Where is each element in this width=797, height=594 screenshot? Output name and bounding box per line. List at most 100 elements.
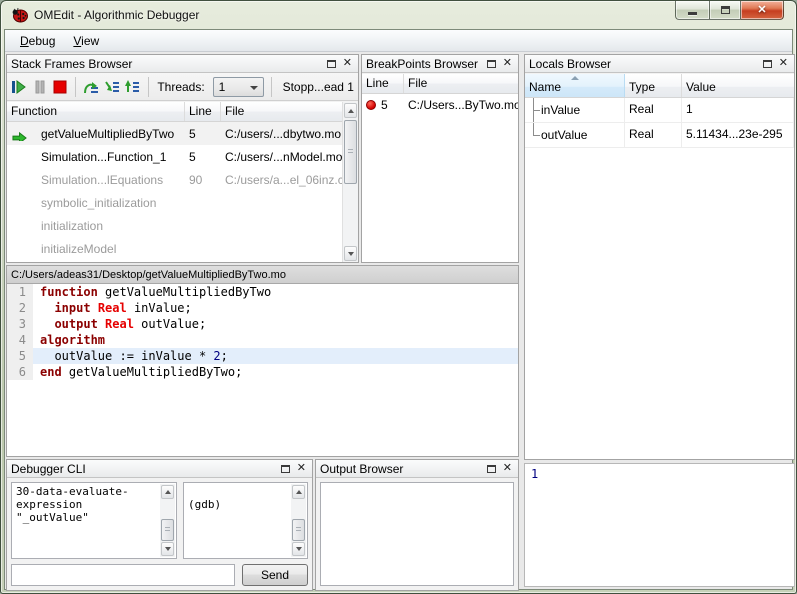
token-num: 2 <box>213 349 221 363</box>
token-kw: input <box>54 301 91 315</box>
panel-close-icon[interactable]: ✕ <box>343 58 352 69</box>
maximize-button[interactable] <box>709 1 741 20</box>
debug-toolbar: Threads: 1 Stopp...ead 1 <box>7 73 358 101</box>
output-browser-content[interactable] <box>320 482 514 586</box>
line-number[interactable]: 1 <box>7 284 33 300</box>
column-line[interactable]: Line <box>185 102 221 121</box>
line-number[interactable]: 3 <box>7 316 33 332</box>
column-line[interactable]: Line <box>362 74 404 93</box>
locals-title-bar[interactable]: Locals Browser ✕ <box>525 55 794 73</box>
local-variable-row[interactable]: outValue Real 5.11434...23e-295 <box>525 123 794 148</box>
stack-frames-scrollbar[interactable] <box>342 102 358 262</box>
toolbar-separator <box>75 76 77 97</box>
line-number[interactable]: 5 <box>7 348 33 364</box>
stack-frame-row[interactable]: Simulation...Function_1 5 C:/users/...nMod… <box>7 145 342 168</box>
column-type[interactable]: Type <box>625 74 682 97</box>
cli-command-scrollbar[interactable] <box>160 484 175 557</box>
file-cell: C:/users/...dbytwo.mo <box>225 126 342 141</box>
menu-debug[interactable]: Debug <box>11 32 64 50</box>
sort-ascending-icon <box>570 76 579 80</box>
line-number[interactable]: 6 <box>7 364 33 380</box>
stack-frame-row[interactable]: Simulation...lEquations 90 C:/users/a...el… <box>7 168 342 191</box>
line-cell: 5 <box>189 149 196 164</box>
cli-response-log[interactable]: (gdb) <box>183 482 308 559</box>
float-icon[interactable] <box>280 464 290 473</box>
scroll-up-icon[interactable] <box>292 485 305 499</box>
name-cell: inValue <box>525 98 625 123</box>
scroll-down-icon[interactable] <box>344 246 357 261</box>
debugger-cli-title-bar[interactable]: Debugger CLI ✕ <box>7 460 312 478</box>
float-icon[interactable] <box>762 59 772 68</box>
send-button[interactable]: Send <box>242 564 308 586</box>
file-cell: C:/users/a...el_06inz.c <box>225 172 342 187</box>
scroll-down-icon[interactable] <box>161 542 174 556</box>
float-icon[interactable] <box>486 464 496 473</box>
local-variable-row[interactable]: inValue Real 1 <box>525 98 794 123</box>
stack-frames-table: Function Line File getValueMultipliedByT… <box>7 102 358 262</box>
stack-frame-row[interactable]: getValueMultipliedByTwo 5 C:/users/...dbyt… <box>7 122 342 145</box>
breakpoints-title-bar[interactable]: BreakPoints Browser ✕ <box>362 55 518 73</box>
panel-close-icon[interactable]: ✕ <box>503 58 512 69</box>
column-function[interactable]: Function <box>7 102 185 121</box>
line-number[interactable]: 4 <box>7 332 33 348</box>
column-name[interactable]: Name <box>525 74 625 97</box>
cli-response-scrollbar[interactable] <box>291 484 306 557</box>
output-browser-title-bar[interactable]: Output Browser ✕ <box>316 460 518 478</box>
cli-command-input[interactable] <box>11 564 235 586</box>
step-into-icon[interactable] <box>104 76 120 98</box>
panel-close-icon[interactable]: ✕ <box>779 58 788 69</box>
token-pl: getValueMultipliedByTwo; <box>61 365 243 379</box>
column-file[interactable]: File <box>404 74 518 93</box>
stack-frame-row[interactable]: symbolic_initialization <box>7 191 342 214</box>
code-text: algorithm <box>33 332 518 348</box>
stack-frame-row[interactable]: initialization <box>7 214 342 237</box>
cli-command-log[interactable]: 30-data-evaluate- expression "_outValue" <box>11 482 177 559</box>
breakpoints-header: Line File <box>362 74 518 94</box>
line-number[interactable]: 2 <box>7 300 33 316</box>
title-bar[interactable]: OMEdit - Algorithmic Debugger ✕ <box>4 1 793 29</box>
variable-name: outValue <box>541 128 588 142</box>
panel-close-icon[interactable]: ✕ <box>503 463 512 474</box>
float-icon[interactable] <box>486 59 496 68</box>
code-text: end getValueMultipliedByTwo; <box>33 364 518 380</box>
token-type: Real <box>105 317 134 331</box>
minimize-button[interactable] <box>675 1 709 20</box>
menu-view[interactable]: View <box>64 32 108 50</box>
code-text: function getValueMultipliedByTwo <box>33 284 518 300</box>
scroll-up-icon[interactable] <box>161 485 174 499</box>
stack-frame-row[interactable]: initializeModel <box>7 237 342 260</box>
threads-selected-value: 1 <box>218 79 226 94</box>
menu-bar: Debug View <box>5 30 792 52</box>
ladybug-app-icon <box>12 7 28 23</box>
step-return-icon[interactable] <box>124 76 140 98</box>
stack-frames-header: Function Line File <box>7 102 342 122</box>
breakpoint-row[interactable]: 5 C:/Users...ByTwo.mo <box>362 94 518 116</box>
scroll-down-icon[interactable] <box>292 542 305 556</box>
column-file[interactable]: File <box>221 102 342 121</box>
variable-value-view[interactable]: 1 <box>524 463 795 587</box>
variable-value-text: 1 <box>531 467 539 481</box>
scroll-up-icon[interactable] <box>344 103 357 118</box>
resume-icon[interactable] <box>11 76 27 98</box>
panel-close-icon[interactable]: ✕ <box>297 463 306 474</box>
scrollbar-thumb[interactable] <box>161 519 174 541</box>
type-cell: Real <box>625 98 682 123</box>
stack-frames-title-bar[interactable]: Stack Frames Browser ✕ <box>7 55 358 73</box>
close-button[interactable]: ✕ <box>741 1 784 20</box>
step-over-icon[interactable] <box>83 76 99 98</box>
float-icon[interactable] <box>326 59 336 68</box>
token-kw: output <box>54 317 98 331</box>
column-value[interactable]: Value <box>682 74 794 97</box>
code-line: 5 outValue := inValue * 2; <box>7 348 518 364</box>
interrupt-icon[interactable] <box>31 76 47 98</box>
line-cell: 5 <box>189 126 196 141</box>
threads-select[interactable]: 1 <box>212 76 264 97</box>
stop-icon[interactable] <box>52 76 68 98</box>
scrollbar-thumb[interactable] <box>344 120 357 184</box>
scrollbar-thumb[interactable] <box>292 519 305 541</box>
maximize-icon <box>720 6 730 14</box>
code-text: outValue := inValue * 2; <box>33 348 518 364</box>
code-editor[interactable]: 1 function getValueMultipliedByTwo 2 input… <box>7 284 518 456</box>
